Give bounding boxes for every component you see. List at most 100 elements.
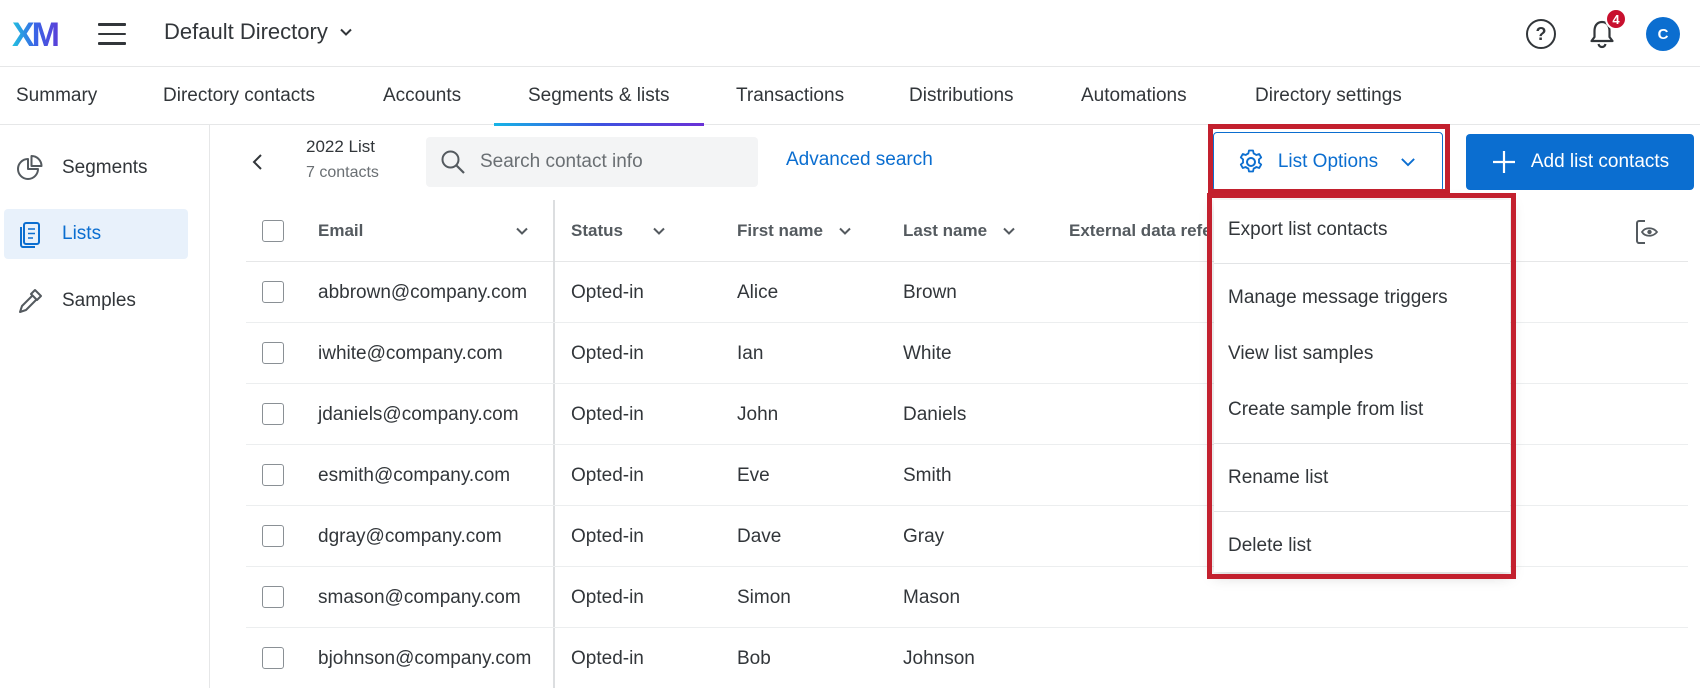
column-header-last-name[interactable]: Last name bbox=[903, 200, 1017, 262]
chevron-down-icon bbox=[839, 227, 851, 235]
list-pages-icon bbox=[20, 222, 40, 248]
sidebar-item-segments[interactable]: Segments bbox=[4, 143, 188, 193]
column-label: Status bbox=[571, 221, 623, 240]
list-options-menu: Export list contacts Manage message trig… bbox=[1214, 200, 1510, 572]
cell-last-name: Daniels bbox=[903, 404, 967, 425]
search-input[interactable] bbox=[480, 151, 740, 173]
contact-search bbox=[426, 137, 758, 187]
add-list-contacts-label: Add list contacts bbox=[1530, 151, 1670, 172]
cell-last-name: Mason bbox=[903, 587, 961, 608]
cell-last-name: White bbox=[903, 343, 952, 364]
tab-automations[interactable]: Automations bbox=[1081, 67, 1187, 125]
sidebar-item-label: Segments bbox=[62, 157, 148, 178]
cell-email: smason@company.com bbox=[318, 587, 521, 608]
menu-separator bbox=[1214, 511, 1510, 512]
menu-item-view-list-samples[interactable]: View list samples bbox=[1214, 343, 1510, 365]
row-checkbox[interactable] bbox=[262, 403, 284, 425]
cell-email: abbrown@company.com bbox=[318, 282, 528, 303]
row-checkbox[interactable] bbox=[262, 525, 284, 547]
menu-item-manage-message-triggers[interactable]: Manage message triggers bbox=[1214, 287, 1510, 309]
cell-email: esmith@company.com bbox=[318, 465, 511, 486]
chevron-down-icon bbox=[1003, 227, 1015, 235]
left-sidebar: Segments Lists Samples bbox=[0, 125, 210, 688]
cell-last-name: Johnson bbox=[903, 648, 975, 669]
hamburger-menu-icon[interactable] bbox=[98, 23, 126, 45]
directory-selector[interactable]: Default Directory bbox=[164, 19, 354, 45]
back-chevron-icon[interactable] bbox=[246, 150, 270, 174]
cell-first-name: Ian bbox=[737, 343, 764, 364]
tab-summary[interactable]: Summary bbox=[16, 67, 97, 125]
user-avatar[interactable]: C bbox=[1646, 17, 1680, 51]
column-label: First name bbox=[737, 221, 823, 240]
cell-email: jdaniels@company.com bbox=[318, 404, 519, 425]
menu-item-delete-list[interactable]: Delete list bbox=[1214, 535, 1510, 557]
list-options-label: List Options bbox=[1277, 151, 1379, 172]
gear-icon bbox=[1239, 149, 1262, 173]
help-icon[interactable]: ? bbox=[1526, 19, 1556, 49]
table-row[interactable]: bjohnson@company.com Opted-in Bob Johnson bbox=[246, 628, 1688, 688]
row-checkbox[interactable] bbox=[262, 586, 284, 608]
cell-status: Opted-in bbox=[571, 282, 644, 303]
advanced-search-link[interactable]: Advanced search bbox=[786, 149, 933, 171]
cell-first-name: Simon bbox=[737, 587, 791, 608]
menu-item-rename-list[interactable]: Rename list bbox=[1214, 467, 1510, 489]
column-header-external-data-ref[interactable]: External data refe bbox=[1069, 200, 1212, 262]
tab-distributions[interactable]: Distributions bbox=[909, 67, 1014, 125]
chevron-down-icon bbox=[516, 227, 528, 235]
column-label: External data refe bbox=[1069, 221, 1212, 240]
column-header-first-name[interactable]: First name bbox=[737, 200, 853, 262]
menu-item-export-list-contacts[interactable]: Export list contacts bbox=[1214, 219, 1510, 241]
sidebar-item-label: Samples bbox=[62, 290, 136, 311]
directory-title: Default Directory bbox=[164, 19, 328, 44]
cell-first-name: Eve bbox=[737, 465, 770, 486]
sidebar-item-samples[interactable]: Samples bbox=[4, 276, 188, 326]
cell-status: Opted-in bbox=[571, 465, 644, 486]
tab-directory-contacts[interactable]: Directory contacts bbox=[163, 67, 315, 125]
svg-text:XM: XM bbox=[12, 17, 59, 49]
cell-first-name: Bob bbox=[737, 648, 771, 669]
directory-tabs: Summary Directory contacts Accounts Segm… bbox=[0, 67, 1700, 126]
chevron-down-icon bbox=[653, 227, 665, 235]
cell-email: dgray@company.com bbox=[318, 526, 502, 547]
cell-first-name: John bbox=[737, 404, 779, 425]
menu-separator bbox=[1214, 263, 1510, 264]
row-checkbox[interactable] bbox=[262, 647, 284, 669]
sidebar-item-lists[interactable]: Lists bbox=[4, 209, 188, 259]
cell-status: Opted-in bbox=[571, 404, 644, 425]
xm-logo[interactable]: XM bbox=[12, 17, 66, 49]
cell-status: Opted-in bbox=[571, 587, 644, 608]
tab-accounts[interactable]: Accounts bbox=[383, 67, 461, 125]
cell-last-name: Smith bbox=[903, 465, 952, 486]
cell-last-name: Gray bbox=[903, 526, 945, 547]
menu-item-create-sample-from-list[interactable]: Create sample from list bbox=[1214, 399, 1510, 421]
search-icon bbox=[441, 150, 465, 174]
cell-status: Opted-in bbox=[571, 343, 644, 364]
add-list-contacts-button[interactable]: Add list contacts bbox=[1466, 134, 1694, 190]
column-label: Email bbox=[318, 221, 364, 240]
tab-transactions[interactable]: Transactions bbox=[736, 67, 844, 125]
cell-first-name: Dave bbox=[737, 526, 782, 547]
cell-email: iwhite@company.com bbox=[318, 343, 503, 364]
chevron-down-icon bbox=[340, 28, 352, 36]
column-visibility-icon[interactable] bbox=[1634, 218, 1660, 246]
column-header-email[interactable]: Email bbox=[318, 200, 530, 262]
tab-directory-settings[interactable]: Directory settings bbox=[1255, 67, 1402, 125]
tab-segments-lists[interactable]: Segments & lists bbox=[494, 67, 703, 126]
pipette-icon bbox=[19, 289, 42, 313]
row-checkbox[interactable] bbox=[262, 464, 284, 486]
plus-icon bbox=[1492, 151, 1515, 173]
top-bar: XM Default Directory ? 4 C bbox=[0, 0, 1700, 67]
select-all-checkbox[interactable] bbox=[262, 220, 284, 242]
row-checkbox[interactable] bbox=[262, 342, 284, 364]
cell-last-name: Brown bbox=[903, 282, 957, 303]
row-checkbox[interactable] bbox=[262, 281, 284, 303]
cell-status: Opted-in bbox=[571, 526, 644, 547]
cell-email: bjohnson@company.com bbox=[318, 648, 532, 669]
pie-chart-icon bbox=[17, 155, 43, 180]
notification-count-badge: 4 bbox=[1605, 8, 1627, 30]
list-options-button[interactable]: List Options bbox=[1213, 132, 1443, 192]
menu-separator bbox=[1214, 443, 1510, 444]
column-header-status[interactable]: Status bbox=[571, 200, 667, 262]
table-row[interactable]: smason@company.com Opted-in Simon Mason bbox=[246, 567, 1688, 628]
column-label: Last name bbox=[903, 221, 988, 240]
